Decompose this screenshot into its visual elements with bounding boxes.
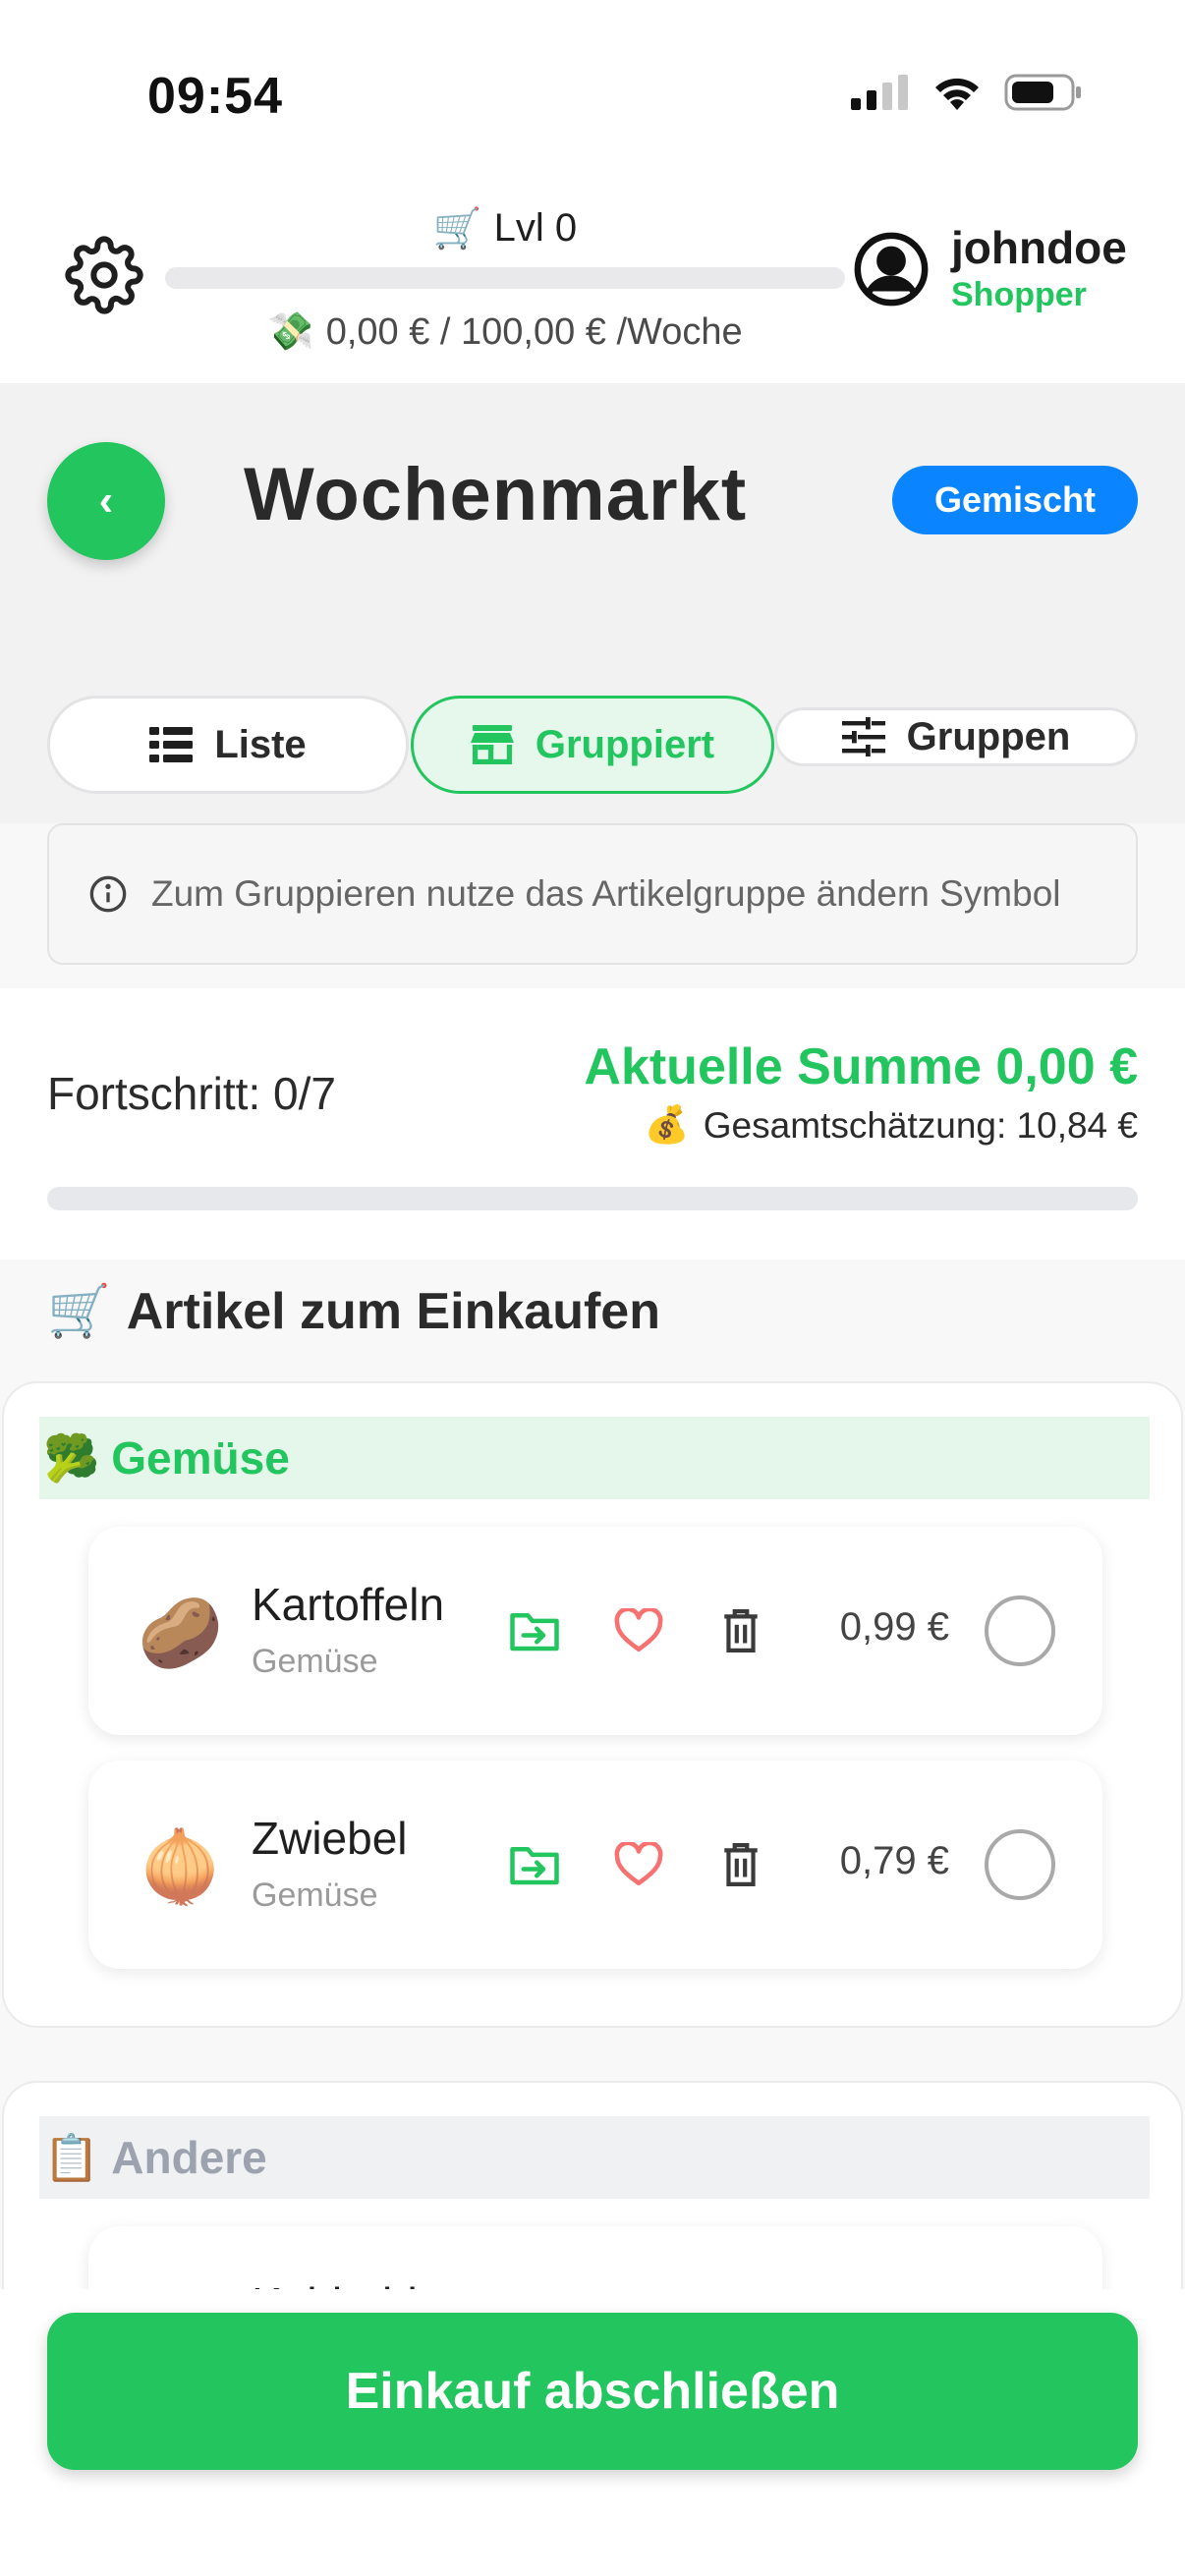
top-header: 🛒 Lvl 0 💸 0,00 € / 100,00 € /Woche johnd… [0,187,1185,383]
level-title: 🛒 Lvl 0 [165,198,845,257]
change-group-button[interactable] [507,1603,562,1658]
group-header: 🥦 Gemüse [39,1417,1150,1499]
heart-icon [614,1842,663,1886]
clipboard-icon: 📋 [43,2131,100,2183]
back-button[interactable]: ‹ [47,442,165,560]
potato-icon: 🥔 [138,1595,224,1671]
user-info: johndoe Shopper [951,222,1127,316]
wifi-icon [935,78,979,110]
status-icons [851,73,1083,112]
settings-button[interactable] [63,234,145,316]
item-group: Gemüse [252,1643,378,1680]
trash-icon [724,1609,758,1652]
user-name: johndoe [951,222,1127,273]
section-title: 🛒 Artikel zum Einkaufen [47,1281,660,1341]
change-group-button[interactable] [507,1837,562,1892]
current-sum: Aktuelle Summe 0,00 € [584,1038,1138,1095]
group-name: Andere [111,2132,267,2183]
level-label: Lvl 0 [493,205,578,250]
user-profile[interactable]: johndoe Shopper [851,222,1127,316]
delete-button[interactable] [713,1603,768,1658]
item-name: Kartoffeln [252,1579,445,1630]
sliders-icon [841,717,885,756]
list-item[interactable]: 🥔 Kartoffeln Gemüse 0,99 € [88,1527,1102,1735]
grouping-hint: Zum Gruppieren nutze das Artikelgruppe ä… [47,823,1138,965]
weekly-budget: 💸 0,00 € / 100,00 € /Woche [165,303,845,362]
broccoli-icon: 🥦 [43,1431,100,1484]
progress-section: Fortschritt: 0/7 Aktuelle Summe 0,00 € 💰… [0,988,1185,1260]
status-bar: 09:54 [0,0,1185,187]
heart-icon [614,1608,663,1652]
delete-button[interactable] [713,1837,768,1892]
tab-label: Liste [214,722,307,766]
favorite-button[interactable] [611,1603,666,1658]
item-name: Zwiebel [252,1813,408,1864]
tab-liste[interactable]: Liste [47,696,409,794]
favorite-button[interactable] [611,1837,666,1892]
list-icon [149,727,194,762]
onion-icon: 🧅 [138,1828,224,1905]
tab-gruppiert[interactable]: Gruppiert [411,696,774,794]
budget-text: 0,00 € / 100,00 € /Woche [325,310,743,353]
item-group: Gemüse [252,1876,378,1914]
hint-area: Zum Gruppieren nutze das Artikelgruppe ä… [0,823,1185,988]
finish-shopping-button[interactable]: Einkauf abschließen [47,2313,1138,2470]
estimate-text: Gesamtschätzung: 10,84 € [703,1104,1138,1146]
section-title-text: Artikel zum Einkaufen [126,1282,660,1340]
store-icon [470,725,514,764]
hint-text: Zum Gruppieren nutze das Artikelgruppe ä… [151,873,1061,914]
status-time: 09:54 [147,68,283,125]
group-header: 📋 Andere [39,2116,1150,2199]
view-tabs: Liste Gruppiert Gruppen [47,696,1138,794]
level-progress-bar [165,267,845,289]
shopping-progress-bar [47,1187,1138,1210]
item-price: 0,99 € [839,1605,949,1649]
progress-label: Fortschritt: 0/7 [47,1068,336,1119]
folder-move-icon [510,1847,559,1885]
group-card: 🥦 Gemüse 🥔 Kartoffeln Gemüse 0,99 € 🧅 Zw… [2,1381,1183,2028]
user-role: Shopper [951,276,1087,313]
item-price: 0,79 € [839,1839,949,1882]
level-section: 🛒 Lvl 0 💸 0,00 € / 100,00 € /Woche [165,198,845,362]
money-icon: 💸 [267,311,314,353]
list-item[interactable]: 🧅 Zwiebel Gemüse 0,79 € [88,1761,1102,1969]
folder-move-icon [510,1613,559,1652]
item-checkbox[interactable] [985,1596,1055,1666]
gear-icon [65,236,143,314]
page-title: Wochenmarkt [244,453,748,536]
battery-icon [1004,74,1081,111]
money-bag-icon: 💰 [644,1104,690,1145]
bottom-bar: Einkauf abschließen [0,2289,1185,2576]
trash-icon [724,1843,758,1886]
page-header: ‹ Wochenmarkt Gemischt Liste Gruppiert G… [0,383,1185,823]
cellular-signal-icon [851,75,908,110]
mode-badge[interactable]: Gemischt [892,466,1138,534]
user-avatar-icon [854,232,929,307]
group-name: Gemüse [111,1432,290,1484]
tab-label: Gruppiert [535,722,715,766]
cart-icon: 🛒 [47,1283,111,1340]
cart-icon: 🛒 [432,206,482,251]
total-estimate: 💰 Gesamtschätzung: 10,84 € [645,1104,1138,1147]
info-icon [89,875,127,913]
tab-label: Gruppen [906,714,1071,758]
tab-gruppen[interactable]: Gruppen [774,707,1138,766]
item-checkbox[interactable] [985,1829,1055,1900]
